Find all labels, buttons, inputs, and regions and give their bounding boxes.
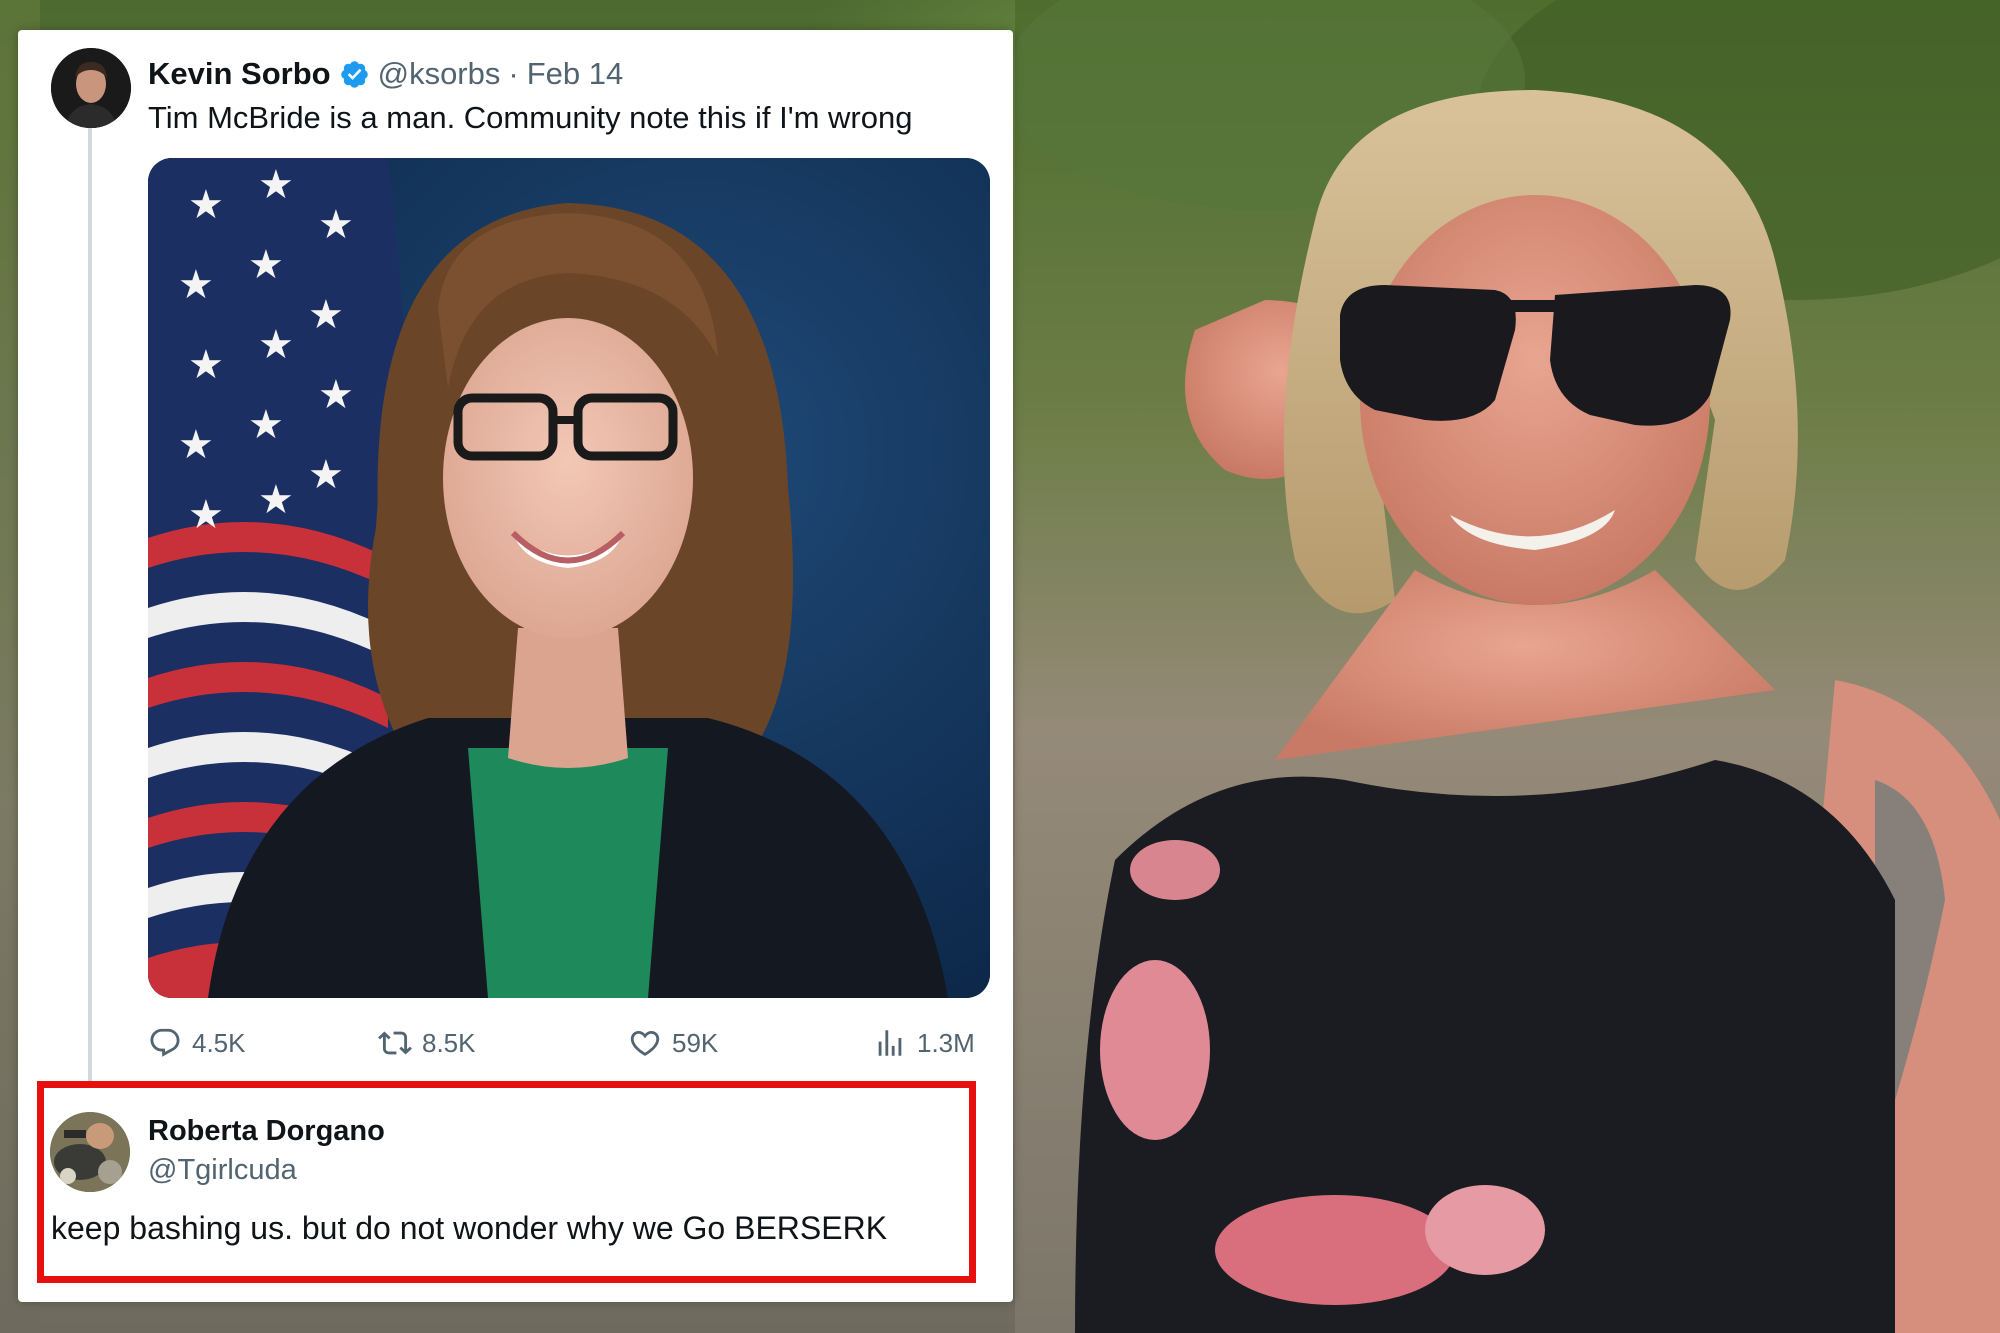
- views-button[interactable]: 1.3M: [873, 1020, 975, 1066]
- reply-button[interactable]: 4.5K: [148, 1020, 246, 1066]
- svg-text:★: ★: [308, 453, 344, 497]
- svg-text:★: ★: [188, 183, 224, 227]
- svg-text:★: ★: [318, 373, 354, 417]
- like-count: 59K: [672, 1027, 719, 1058]
- svg-text:★: ★: [248, 403, 284, 447]
- tweet-card: Kevin Sorbo @ksorbs · Feb 14 Tim McBride…: [18, 30, 1013, 1302]
- tweet-text: Tim McBride is a man. Community note thi…: [148, 100, 913, 135]
- reply-icon: [148, 1026, 182, 1060]
- svg-text:★: ★: [258, 478, 294, 522]
- svg-text:★: ★: [258, 323, 294, 367]
- verified-badge-icon: [339, 59, 370, 90]
- thread-connector-line: [88, 128, 92, 1088]
- like-icon: [628, 1026, 662, 1060]
- repost-icon: [378, 1026, 412, 1060]
- reply-author-name[interactable]: Roberta Dorgano: [148, 1115, 385, 1148]
- repost-button[interactable]: 8.5K: [378, 1020, 476, 1066]
- svg-text:★: ★: [178, 263, 214, 307]
- views-icon: [873, 1026, 907, 1060]
- svg-text:★: ★: [178, 423, 214, 467]
- reply-text: keep bashing us. but do not wonder why w…: [51, 1210, 888, 1246]
- author-handle[interactable]: @ksorbs: [378, 56, 501, 92]
- tweet-action-bar: 4.5K 8.5K 59K 1.3M: [148, 1020, 978, 1066]
- author-name[interactable]: Kevin Sorbo: [148, 56, 331, 92]
- svg-text:★: ★: [318, 203, 354, 247]
- tweet-media-photo[interactable]: ★ ★ ★ ★ ★ ★ ★ ★ ★ ★ ★ ★ ★ ★: [148, 158, 990, 998]
- person-photo: [1015, 0, 2000, 1333]
- svg-text:★: ★: [258, 163, 294, 207]
- reply-count: 4.5K: [192, 1027, 246, 1058]
- author-avatar[interactable]: [51, 48, 131, 128]
- post-date[interactable]: Feb 14: [527, 56, 624, 92]
- reply-author-handle[interactable]: @Tgirlcuda: [148, 1154, 297, 1187]
- svg-text:★: ★: [188, 343, 224, 387]
- reply-author-avatar[interactable]: [50, 1112, 130, 1192]
- svg-text:★: ★: [248, 243, 284, 287]
- author-row: Kevin Sorbo @ksorbs · Feb 14: [148, 50, 623, 98]
- separator-dot: ·: [508, 56, 519, 91]
- svg-text:★: ★: [308, 293, 344, 337]
- svg-text:★: ★: [188, 493, 224, 537]
- like-button[interactable]: 59K: [628, 1020, 718, 1066]
- repost-count: 8.5K: [422, 1027, 476, 1058]
- views-count: 1.3M: [917, 1027, 975, 1058]
